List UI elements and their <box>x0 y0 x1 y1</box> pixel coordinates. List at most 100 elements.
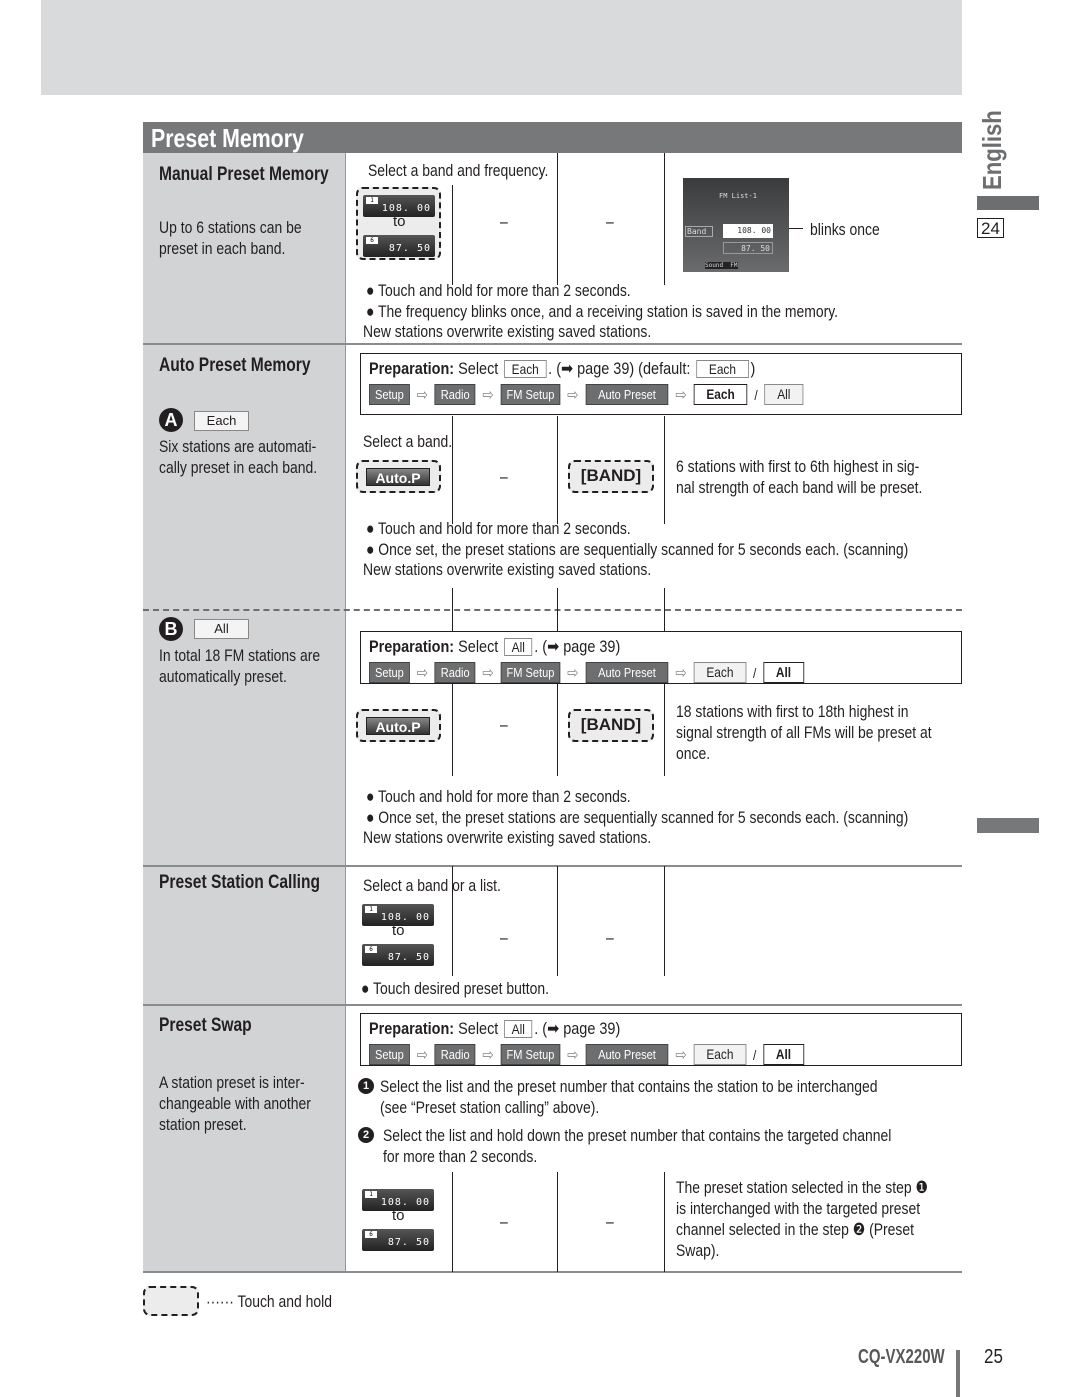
menu-setup: Setup <box>369 384 410 405</box>
mode-each-label: Each <box>194 411 249 431</box>
grid-line <box>557 153 558 285</box>
menu-radio: Radio <box>434 384 476 405</box>
dash: – <box>606 1212 614 1231</box>
band-button[interactable]: [BAND] <box>568 709 654 742</box>
section-heading: Auto Preset Memory <box>159 355 311 376</box>
menu-radio: Radio <box>434 662 476 683</box>
divider <box>143 1004 962 1006</box>
arrow-icon: ⇨ <box>482 386 494 404</box>
preparation-box: Preparation: Select All. (➡ page 39) Set… <box>360 631 962 684</box>
section-desc: A station preset is inter-changeable wit… <box>159 1073 311 1134</box>
option-all: All <box>764 384 804 405</box>
bullet: ● Touch desired preset button. <box>361 979 549 998</box>
legend-swatch <box>143 1286 199 1316</box>
grid-line <box>664 153 665 285</box>
section-desc: In total 18 FM stations are automatically… <box>159 646 321 686</box>
instruction: Select a band and frequency. <box>368 161 549 180</box>
grid-line <box>664 684 665 776</box>
option-all: All <box>763 662 804 683</box>
grid-line <box>452 1172 453 1272</box>
divider <box>143 865 962 867</box>
grid-line <box>664 866 665 976</box>
menu-setup: Setup <box>369 1044 410 1065</box>
arrow-icon: ⇨ <box>675 1046 687 1064</box>
section-heading: Preset Swap <box>159 1015 252 1036</box>
dash: – <box>500 1212 508 1231</box>
column-divider <box>345 153 346 1272</box>
grid-line <box>664 1172 665 1272</box>
section-heading: Manual Preset Memory <box>159 164 329 185</box>
grid-line <box>557 588 558 631</box>
note: New stations overwrite existing saved st… <box>363 828 652 847</box>
result-text: 6 stations with first to 6th highest in … <box>676 457 923 497</box>
result-text: 18 stations with first to 18th highest i… <box>676 702 932 763</box>
legend-text: ······ Touch and hold <box>206 1292 333 1311</box>
grid-line <box>557 866 558 976</box>
bullet-list: ● Touch and hold for more than 2 seconds… <box>366 787 909 827</box>
arrow-icon: ⇨ <box>416 386 428 404</box>
menu-radio: Radio <box>434 1044 476 1065</box>
page-title: Preset Memory <box>151 123 304 153</box>
section-heading: Preset Station Calling <box>159 872 321 893</box>
instruction: Select a band. <box>363 432 453 451</box>
section-desc: Up to 6 stations can be preset in each ba… <box>159 218 302 258</box>
option-each: Each <box>693 384 748 405</box>
preset-display-button[interactable]: 1 108. 00 to 6 87. 50 <box>356 187 441 260</box>
page-number: 25 <box>984 1346 1003 1368</box>
arrow-icon: ⇨ <box>482 664 494 682</box>
page-box: 24 <box>977 218 1004 238</box>
grid-line <box>452 684 453 776</box>
arrow-icon: ⇨ <box>482 1046 494 1064</box>
divider <box>143 343 962 345</box>
screen-image: FM List-1 Band 108. 00 87. 50 Sound FM <box>683 178 789 272</box>
letter-a-icon: A <box>159 408 183 432</box>
auto-p-button[interactable]: Auto.P <box>356 460 441 493</box>
grid-line <box>664 588 665 631</box>
arrow-icon: ⇨ <box>416 664 428 682</box>
section-desc: Six stations are automati-cally preset i… <box>159 437 318 477</box>
option-all: All <box>763 1044 804 1065</box>
result-text: The preset station selected in the step … <box>676 1178 928 1260</box>
instruction: Select a band or a list. <box>363 876 501 895</box>
preset-display[interactable]: 1 108. 00 to 6 87. 50 <box>362 1185 434 1251</box>
pointer-line <box>789 228 803 229</box>
step-1-text: Select the list and the preset number th… <box>380 1077 878 1117</box>
menu-auto-preset: Auto Preset <box>585 662 669 683</box>
grid-line <box>452 185 453 285</box>
step-2-text: Select the list and hold down the preset… <box>383 1126 892 1166</box>
menu-auto-preset: Auto Preset <box>585 384 669 405</box>
grid-line <box>452 588 453 631</box>
preset-display[interactable]: 1 108. 00 to 6 87. 50 <box>362 900 434 966</box>
step-2-icon: 2 <box>358 1127 374 1143</box>
menu-auto-preset: Auto Preset <box>585 1044 669 1065</box>
note: New stations overwrite existing saved st… <box>363 560 652 579</box>
dash: – <box>500 467 508 486</box>
arrow-icon: ⇨ <box>416 1046 428 1064</box>
menu-fm-setup: FM Setup <box>500 384 561 405</box>
dashed-divider <box>143 609 962 611</box>
menu-setup: Setup <box>369 662 410 683</box>
arrow-icon: ⇨ <box>675 386 687 404</box>
dash: – <box>500 928 508 947</box>
grid-line <box>557 684 558 776</box>
dash: – <box>500 212 508 231</box>
mode-all-label: All <box>194 619 249 639</box>
letter-b-icon: B <box>159 617 183 641</box>
grid-line <box>557 1172 558 1272</box>
model-name: CQ-VX220W <box>858 1346 945 1368</box>
dash: – <box>500 715 508 734</box>
preparation-box: Preparation: Select Each. (➡ page 39) (d… <box>360 353 962 415</box>
option-each: Each <box>693 1044 747 1065</box>
arrow-icon: ⇨ <box>675 664 687 682</box>
bullet-list: ● Touch and hold for more than 2 seconds… <box>366 281 839 321</box>
band-button[interactable]: [BAND] <box>568 460 654 493</box>
note: New stations overwrite existing saved st… <box>363 322 652 341</box>
option-each: Each <box>693 662 747 683</box>
grid-line <box>664 416 665 524</box>
blinks-label: blinks once <box>810 220 880 239</box>
auto-p-button[interactable]: Auto.P <box>356 709 441 742</box>
dash: – <box>606 212 614 231</box>
arrow-icon: ⇨ <box>567 1046 579 1064</box>
footer-bar <box>956 1350 960 1397</box>
dash: – <box>606 928 614 947</box>
